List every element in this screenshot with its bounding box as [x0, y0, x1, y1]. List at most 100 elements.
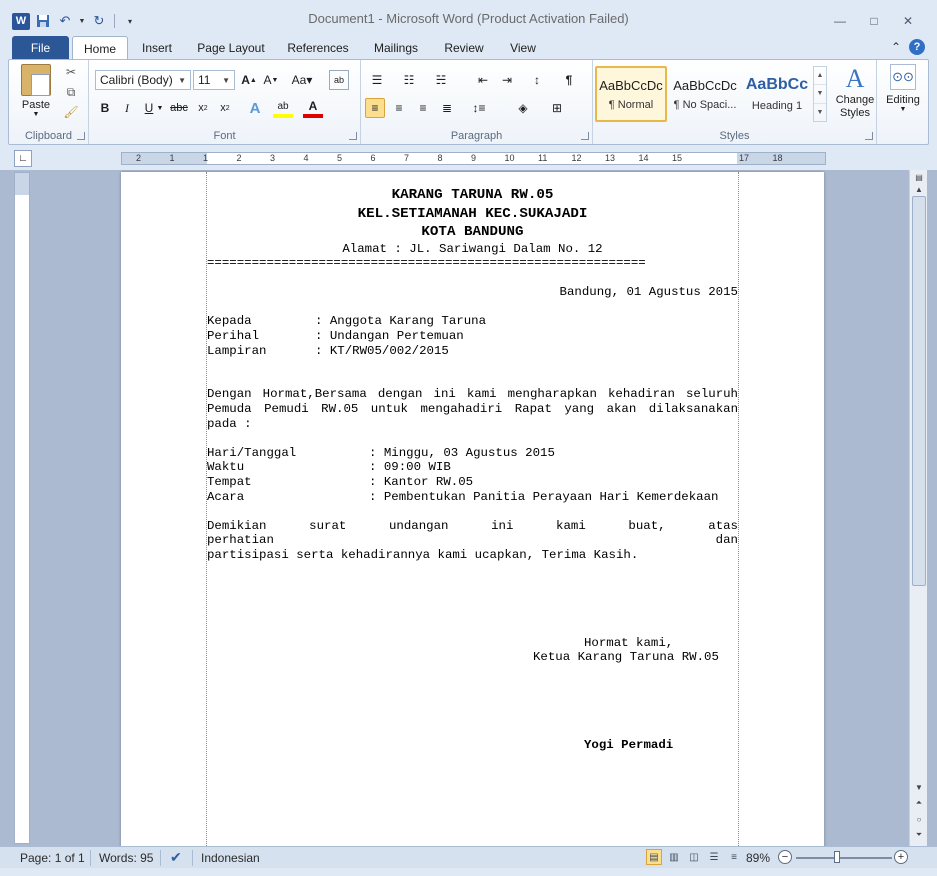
highlight-icon[interactable]: ab [273, 98, 293, 118]
bullets-icon[interactable]: ☰ [367, 70, 387, 90]
zoom-level[interactable]: 89% [746, 851, 770, 865]
font-family-select[interactable]: Calibri (Body) ▼ [95, 70, 191, 90]
underline-dropdown-icon[interactable]: ▼ [155, 98, 165, 118]
clear-formatting-icon[interactable]: ab [329, 70, 349, 90]
justify-icon[interactable]: ≣ [437, 98, 457, 118]
scroll-down-icon[interactable]: ▼ [910, 780, 928, 794]
styles-gallery-scroll[interactable]: ▲ ▼ ▼ [813, 66, 827, 122]
page-count[interactable]: Page: 1 of 1 [20, 851, 85, 865]
maximize-icon[interactable]: □ [857, 12, 891, 30]
increase-indent-icon[interactable]: ⇥ [497, 70, 517, 90]
vertical-ruler[interactable] [14, 172, 30, 844]
browse-object-icon[interactable]: ○ [910, 812, 928, 826]
horizontal-ruler[interactable]: 2 1 1 2 3 4 5 6 7 8 9 10 11 12 13 14 15 17 18 [121, 152, 826, 165]
ruler-mark: 13 [605, 153, 616, 163]
field-label: Perihal [207, 329, 260, 344]
scroll-up-icon[interactable]: ▲ [910, 182, 928, 196]
tab-view[interactable]: View [500, 36, 546, 60]
print-layout-icon[interactable]: ▤ [646, 849, 662, 865]
minimize-icon[interactable]: — [823, 12, 857, 30]
clipboard-launcher-icon[interactable] [77, 132, 85, 140]
zoom-out-button[interactable]: − [778, 850, 792, 864]
grow-font-icon[interactable]: A ▲ [239, 70, 259, 90]
minimize-ribbon-icon[interactable]: ⌃ [891, 40, 901, 54]
font-launcher-icon[interactable] [349, 132, 357, 140]
zoom-in-button[interactable]: + [894, 850, 908, 864]
vertical-scrollbar[interactable]: ▤ ▲ ▼ ⏶ ○ ⏷ [909, 170, 927, 846]
align-right-icon[interactable]: ≡ [413, 98, 433, 118]
closing-line-1: Demikian surat undangan ini kami buat, a… [207, 518, 738, 548]
bold-icon[interactable]: B [95, 98, 115, 118]
close-icon[interactable]: ✕ [891, 12, 925, 30]
strikethrough-icon[interactable]: abc [169, 98, 189, 118]
tab-references[interactable]: References [280, 36, 356, 60]
outline-icon[interactable]: ☰ [706, 849, 722, 865]
full-screen-reading-icon[interactable]: ▥ [666, 849, 682, 865]
style-no-spacing[interactable]: AaBbCcDc ¶ No Spaci... [669, 66, 741, 122]
change-styles-button[interactable]: A Change Styles [833, 64, 877, 120]
proofing-icon[interactable]: ✔ [170, 849, 182, 866]
help-icon[interactable]: ? [909, 39, 925, 55]
borders-icon[interactable]: ⊞ [547, 98, 567, 118]
style-heading-1[interactable]: AaBbCc Heading 1 [741, 66, 813, 122]
tab-review[interactable]: Review [436, 36, 492, 60]
line-spacing-icon[interactable]: ↕≡ [469, 98, 489, 118]
text-effects-icon[interactable]: A [245, 98, 265, 118]
style-sample: AaBbCcDc [673, 77, 737, 93]
subscript-icon[interactable]: x2 [193, 98, 213, 118]
paragraph-label: Paragraph [450, 130, 503, 142]
tab-mailings[interactable]: Mailings [364, 36, 428, 60]
paragraph-launcher-icon[interactable] [581, 132, 589, 140]
sort-icon[interactable]: ↕ [527, 70, 547, 90]
draft-icon[interactable]: ≡ [726, 849, 742, 865]
font-color-icon[interactable]: A [303, 98, 323, 118]
shading-icon[interactable]: ◈ [513, 98, 533, 118]
ruler-mark: 17 [739, 153, 750, 163]
gallery-more-icon[interactable]: ▼ [814, 104, 826, 121]
zoom-slider-track[interactable] [796, 857, 892, 859]
styles-launcher-icon[interactable] [865, 132, 873, 140]
superscript-icon[interactable]: x2 [215, 98, 235, 118]
tab-file[interactable]: File [12, 36, 69, 59]
field-hari-tanggal: Hari/Tanggal : Minggu, 03 Agustus 2015 [207, 446, 738, 461]
align-center-icon[interactable]: ≡ [389, 98, 409, 118]
field-label: Hari/Tanggal [207, 445, 297, 460]
tab-home[interactable]: Home [72, 36, 128, 60]
change-case-icon[interactable]: Aa▾ [289, 70, 315, 90]
numbering-icon[interactable]: ☷ [399, 70, 419, 90]
web-layout-icon[interactable]: ◫ [686, 849, 702, 865]
copy-icon[interactable]: ⧉ [63, 84, 79, 100]
align-left-icon[interactable]: ≡ [365, 98, 385, 118]
cut-icon[interactable]: ✂ [63, 64, 79, 80]
previous-page-icon[interactable]: ⏶ [910, 796, 928, 810]
font-size-select[interactable]: 11 ▼ [193, 70, 235, 90]
tab-insert[interactable]: Insert [131, 36, 183, 60]
shrink-font-icon[interactable]: A ▼ [261, 70, 281, 90]
scroll-thumb[interactable] [912, 196, 926, 586]
document-workspace: KARANG TARUNA RW.05 KEL.SETIAMANAH KEC.S… [0, 170, 937, 846]
show-formatting-icon[interactable]: ¶ [559, 70, 579, 90]
status-bar: Page: 1 of 1 Words: 95 ✔ Indonesian ▤ ▥ … [0, 846, 937, 868]
paste-button[interactable]: Paste ▼ [21, 64, 51, 118]
format-painter-icon[interactable]: 🖌 [63, 104, 79, 120]
style-normal[interactable]: AaBbCcDc ¶ Normal [595, 66, 667, 122]
style-name: ¶ Normal [608, 98, 654, 111]
word-count[interactable]: Words: 95 [99, 851, 153, 865]
editing-button[interactable]: ⊙⊙ Editing ▼ [881, 64, 925, 113]
document-page[interactable]: KARANG TARUNA RW.05 KEL.SETIAMANAH KEC.S… [121, 172, 824, 846]
tab-page-layout[interactable]: Page Layout [190, 36, 272, 60]
language[interactable]: Indonesian [201, 851, 260, 865]
decrease-indent-icon[interactable]: ⇤ [473, 70, 493, 90]
next-page-icon[interactable]: ⏷ [910, 828, 928, 842]
style-name: ¶ No Spaci... [673, 98, 737, 111]
italic-icon[interactable]: I [117, 98, 137, 118]
style-sample: AaBbCc [745, 76, 809, 93]
ruler-mark: 2 [136, 153, 142, 163]
font-label: Font [213, 130, 236, 142]
tab-selector-icon[interactable]: ∟ [14, 150, 32, 167]
gallery-up-icon[interactable]: ▲ [814, 67, 826, 86]
multilevel-list-icon[interactable]: ☵ [431, 70, 451, 90]
zoom-slider-thumb[interactable] [834, 851, 840, 863]
document-text[interactable]: KARANG TARUNA RW.05 KEL.SETIAMANAH KEC.S… [207, 186, 738, 752]
gallery-down-icon[interactable]: ▼ [814, 85, 826, 104]
